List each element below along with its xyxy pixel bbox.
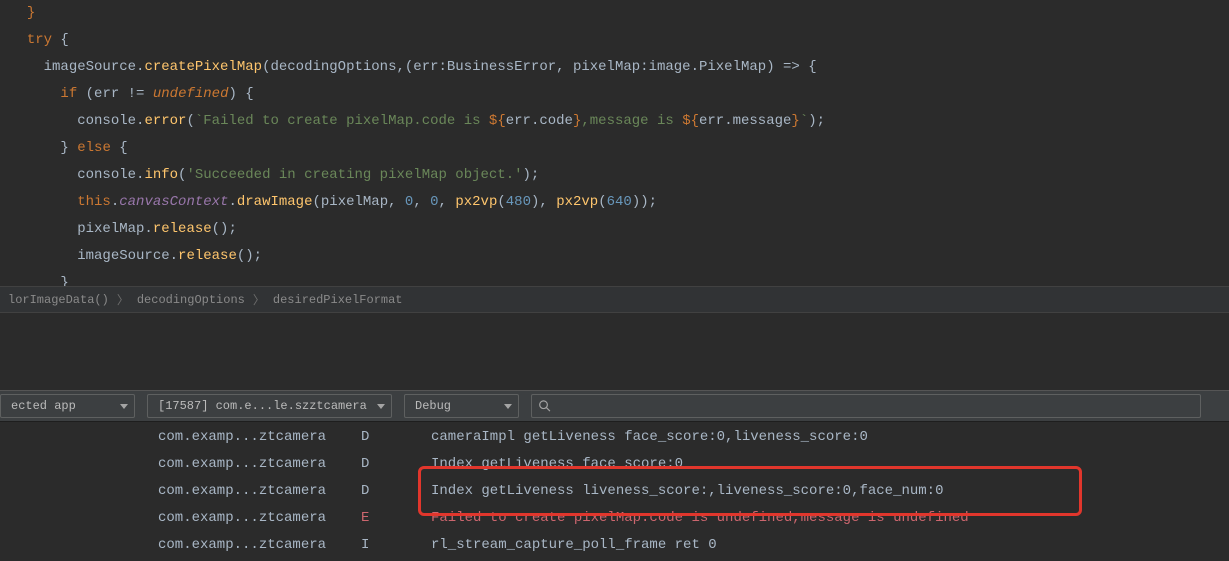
chevron-down-icon [120, 404, 128, 409]
log-panel[interactable]: com.examp...ztcameraDcameraImpl getLiven… [0, 422, 1229, 561]
log-row[interactable]: com.examp...ztcameraDIndex getLiveness l… [0, 478, 969, 505]
code-editor[interactable]: } try { imageSource.createPixelMap(decod… [0, 0, 1229, 286]
log-level: D [355, 424, 391, 451]
process-filter-label: [17587] com.e...le.szztcamera [158, 399, 367, 413]
process-filter-dropdown[interactable]: [17587] com.e...le.szztcamera [147, 394, 392, 418]
code-line[interactable]: } [10, 270, 1229, 286]
code-line[interactable]: pixelMap.release(); [10, 216, 1229, 243]
breadcrumb-chevron-icon: 〉 [113, 291, 133, 308]
log-row[interactable]: com.examp...ztcameraIrl_stream_capture_p… [0, 532, 969, 559]
chevron-down-icon [504, 404, 512, 409]
log-message: Index getLiveness liveness_score:,livene… [391, 478, 969, 505]
log-tag: com.examp...ztcamera [0, 505, 355, 532]
level-filter-dropdown[interactable]: Debug [404, 394, 519, 418]
log-tag: com.examp...ztcamera [0, 424, 355, 451]
breadcrumb-chevron-icon: 〉 [249, 291, 269, 308]
search-input[interactable] [556, 399, 1194, 413]
code-line[interactable]: try { [10, 27, 1229, 54]
log-message: cameraImpl getLiveness face_score:0,live… [391, 424, 969, 451]
code-line[interactable]: imageSource.createPixelMap(decodingOptio… [10, 54, 1229, 81]
chevron-down-icon [377, 404, 385, 409]
panel-gap [0, 312, 1229, 390]
log-message: Index getLiveness face_score:0 [391, 451, 969, 478]
log-level: I [355, 532, 391, 559]
breadcrumb-item[interactable]: decodingOptions [133, 293, 249, 307]
code-line[interactable]: console.error(`Failed to create pixelMap… [10, 108, 1229, 135]
code-line[interactable]: imageSource.release(); [10, 243, 1229, 270]
log-toolbar: ected app [17587] com.e...le.szztcamera … [0, 390, 1229, 422]
app-filter-dropdown[interactable]: ected app [0, 394, 135, 418]
breadcrumb-item[interactable]: lorImageData() [4, 293, 113, 307]
level-filter-label: Debug [415, 399, 451, 413]
log-tag: com.examp...ztcamera [0, 451, 355, 478]
log-message: rl_stream_capture_poll_frame ret 0 [391, 532, 969, 559]
log-level: D [355, 451, 391, 478]
code-line[interactable]: console.info('Succeeded in creating pixe… [10, 162, 1229, 189]
code-line[interactable]: this.canvasContext.drawImage(pixelMap, 0… [10, 189, 1229, 216]
code-line[interactable]: } [10, 0, 1229, 27]
log-search[interactable] [531, 394, 1201, 418]
log-tag: com.examp...ztcamera [0, 532, 355, 559]
code-line[interactable]: if (err != undefined) { [10, 81, 1229, 108]
log-level: D [355, 478, 391, 505]
app-filter-label: ected app [11, 399, 76, 413]
log-message: Failed to create pixelMap.code is undefi… [391, 505, 969, 532]
log-row[interactable]: com.examp...ztcameraDcameraImpl getLiven… [0, 424, 969, 451]
log-tag: com.examp...ztcamera [0, 478, 355, 505]
log-level: E [355, 505, 391, 532]
breadcrumb-item[interactable]: desiredPixelFormat [269, 293, 407, 307]
log-row[interactable]: com.examp...ztcameraEFailed to create pi… [0, 505, 969, 532]
search-icon [538, 399, 552, 413]
code-line[interactable]: } else { [10, 135, 1229, 162]
log-row[interactable]: com.examp...ztcameraDIndex getLiveness f… [0, 451, 969, 478]
breadcrumb-bar: lorImageData()〉decodingOptions〉desiredPi… [0, 286, 1229, 312]
